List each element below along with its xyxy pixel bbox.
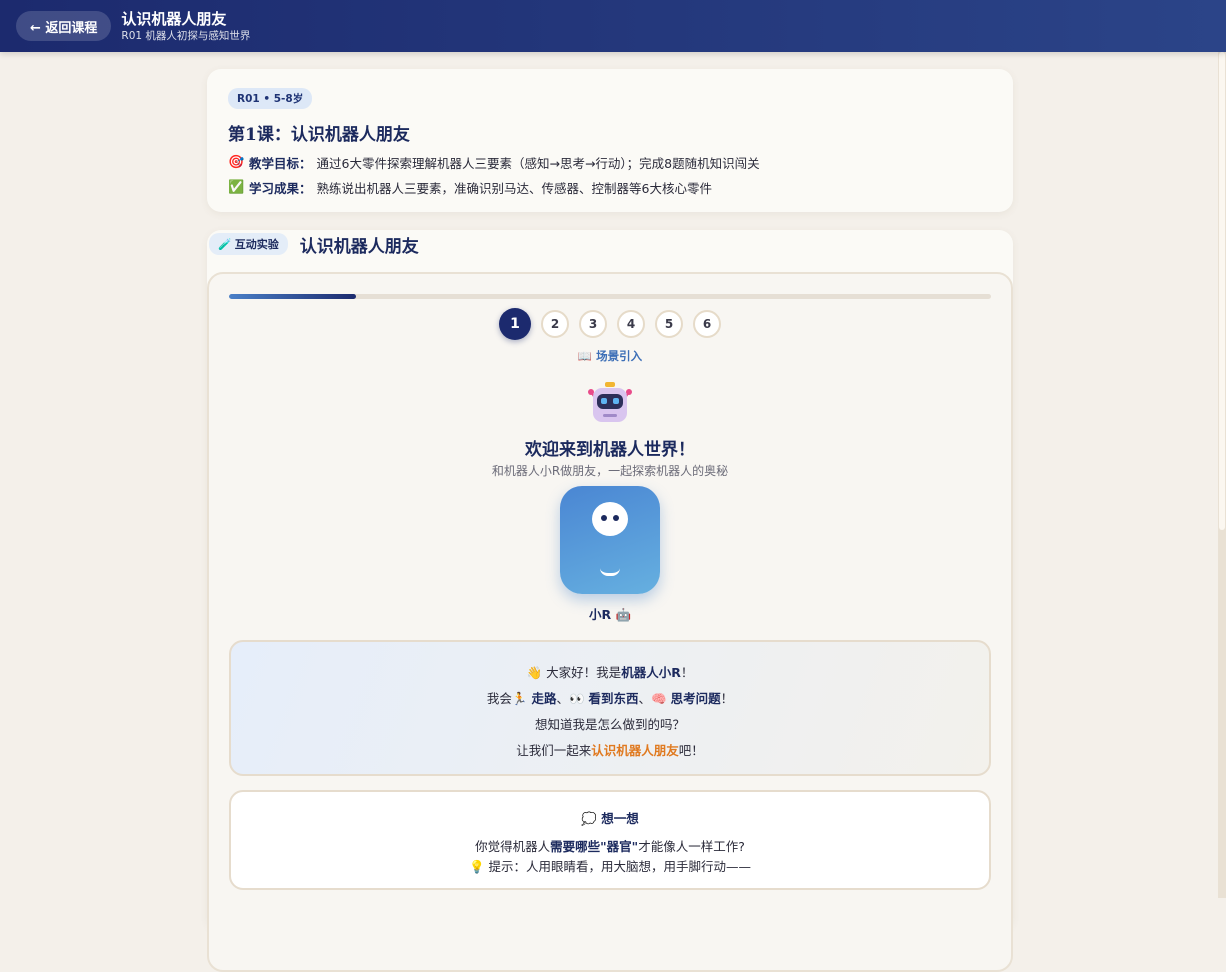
robot-avatar[interactable] <box>560 486 660 594</box>
welcome-subtitle: 和机器人小R做朋友，一起探索机器人的奥秘 <box>491 464 729 478</box>
back-to-course-button[interactable]: ← 返回课程 <box>16 11 112 41</box>
lab-title: 认识机器人朋友 <box>299 236 419 257</box>
speech-text: 吧！ <box>678 743 704 758</box>
speech-line-4: 让我们一起来认识机器人朋友吧！ <box>231 738 989 764</box>
speech-line-1: 👋 大家好！我是机器人小R！ <box>231 660 989 686</box>
robot-speech-bubble: 👋 大家好！我是机器人小R！ 我会🏃 走路、👀 看到东西、🧠 思考问题！ 想知道… <box>229 640 991 776</box>
scrollbar[interactable] <box>1218 52 1226 898</box>
step-navigator: 123456 <box>209 308 1011 340</box>
speech-line-2: 我会🏃 走路、👀 看到东西、🧠 思考问题！ <box>231 686 989 712</box>
speech-text: 我会🏃 <box>486 691 528 706</box>
welcome-title: 欢迎来到机器人世界！ <box>525 440 695 460</box>
robot-mouth <box>600 568 620 576</box>
page-title-block: 认识机器人朋友 R01 机器人初探与感知世界 <box>121 10 250 43</box>
speech-text: 让我们一起来 <box>516 743 592 758</box>
lab-tag: 🧪 互动实验 <box>209 233 288 255</box>
think-highlight: 需要哪些"器官" <box>550 839 639 854</box>
think-text: 你觉得机器人 <box>475 839 551 854</box>
lesson-title: 第1课：认识机器人朋友 <box>228 125 410 145</box>
lab-header: 🧪 互动实验 认识机器人朋友 <box>207 230 1013 258</box>
scene-label: 📖 场景引入 <box>577 349 643 363</box>
progress-fill <box>229 294 357 299</box>
robot-face <box>592 502 628 536</box>
step-2[interactable]: 2 <box>541 310 569 338</box>
speech-text: 、🧠 <box>638 691 667 706</box>
learning-outcome-row: ✅ 学习成果： 熟练说出机器人三要素，准确识别马达、传感器、控制器等6大核心零件 <box>228 178 992 197</box>
learning-outcome-label: 学习成果： <box>249 181 312 196</box>
learning-outcome-text: 熟练说出机器人三要素，准确识别马达、传感器、控制器等6大核心零件 <box>316 181 712 196</box>
step-3[interactable]: 3 <box>579 310 607 338</box>
lab-tag-label: 互动实验 <box>234 238 279 251</box>
check-icon: ✅ <box>228 180 245 195</box>
test-tube-icon: 🧪 <box>218 237 232 251</box>
teaching-goal-row: 🎯 教学目标： 通过6大零件探索理解机器人三要素（感知→思考→行动）；完成8题随… <box>228 153 992 172</box>
speech-highlight: 机器人小R <box>621 665 681 680</box>
step-6[interactable]: 6 <box>693 310 721 338</box>
progress-bar <box>229 294 991 299</box>
robot-icon <box>588 382 632 422</box>
think-text: 才能像人一样工作? <box>638 839 745 854</box>
page-subtitle: R01 机器人初探与感知世界 <box>121 29 251 42</box>
step-4[interactable]: 4 <box>617 310 645 338</box>
think-hint: 💡 提示：人用眼睛看，用大脑想，用手脚行动—— <box>468 859 752 874</box>
target-icon: 🎯 <box>228 155 245 170</box>
interactive-lab-card: 🧪 互动实验 认识机器人朋友 123456 📖 场景引入 欢迎来到机器人世界！ … <box>207 230 1013 972</box>
lesson-info-card: R01 • 5-8岁 第1课：认识机器人朋友 🎯 教学目标： 通过6大零件探索理… <box>207 69 1013 212</box>
robot-eye-right <box>613 515 619 521</box>
scrollbar-thumb[interactable] <box>1219 52 1225 530</box>
speech-line-3: 想知道我是怎么做到的吗？ <box>534 717 685 732</box>
speech-text: ！ <box>720 691 734 706</box>
speech-highlight: 看到东西 <box>588 691 639 706</box>
step-5[interactable]: 5 <box>655 310 683 338</box>
speech-accent: 认识机器人朋友 <box>591 743 679 758</box>
speech-highlight: 思考问题 <box>670 691 721 706</box>
speech-text: ！ <box>680 665 694 680</box>
top-bar: ← 返回课程 认识机器人朋友 R01 机器人初探与感知世界 <box>0 0 1226 52</box>
robot-eye-left <box>601 515 607 521</box>
teaching-goal-label: 教学目标： <box>249 156 312 171</box>
teaching-goal-text: 通过6大零件探索理解机器人三要素（感知→思考→行动）；完成8题随机知识闯关 <box>316 156 760 171</box>
avatar-name: 小R 🤖 <box>588 607 632 622</box>
speech-text: 👋 大家好！我是 <box>526 665 622 680</box>
step-1[interactable]: 1 <box>499 308 531 340</box>
think-heading: 💭 想一想 <box>581 811 639 826</box>
think-card: 💭 想一想 你觉得机器人需要哪些"器官"才能像人一样工作? 💡 提示：人用眼睛看… <box>229 790 991 890</box>
page-title: 认识机器人朋友 <box>121 9 227 28</box>
speech-text: 、👀 <box>556 691 585 706</box>
think-question: 你觉得机器人需要哪些"器官"才能像人一样工作? <box>231 837 989 857</box>
lab-stage: 123456 📖 场景引入 欢迎来到机器人世界！ 和机器人小R做朋友，一起探索机… <box>207 272 1013 972</box>
speech-highlight: 走路 <box>531 691 557 706</box>
lesson-badge: R01 • 5-8岁 <box>228 88 313 109</box>
